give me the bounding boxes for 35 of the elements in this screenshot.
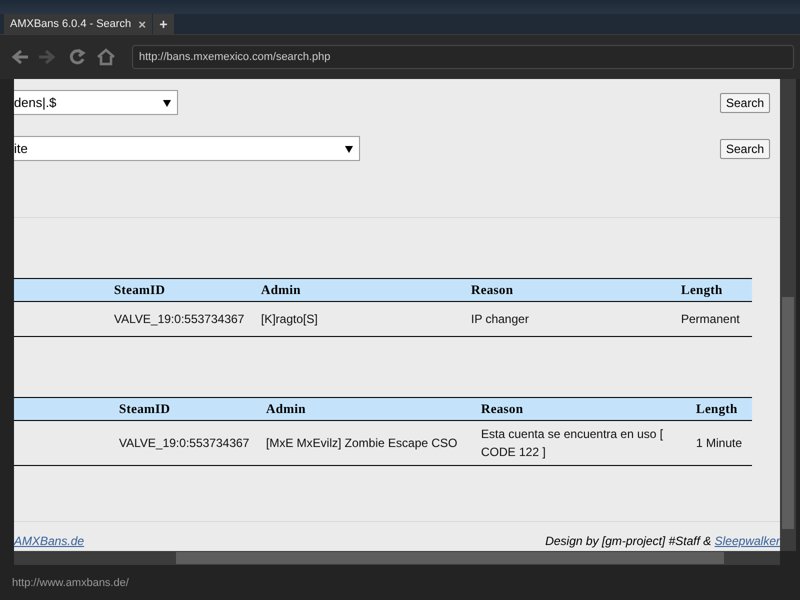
browser-tab[interactable]: AMXBans 6.0.4 - Search × bbox=[4, 14, 152, 34]
table-cell-text: 1 Minute bbox=[696, 435, 744, 452]
column-header: SteamID bbox=[119, 398, 266, 421]
table-cell-text: Esta cuenta se encuentra en uso [ CODE 122 ] bbox=[481, 426, 664, 461]
column-header: SteamID bbox=[114, 279, 261, 302]
address-bar[interactable]: http://bans.mxemexico.com/search.php bbox=[132, 45, 794, 69]
vertical-scrollbar[interactable] bbox=[780, 79, 796, 551]
dropdown-select[interactable]: ite bbox=[14, 136, 360, 161]
design-credit: Design by [gm-project] #Staff & Sleepwalker bbox=[545, 534, 780, 548]
caret-icon bbox=[345, 144, 353, 152]
column-header: Admin bbox=[261, 279, 471, 302]
status-url: http://www.amxbans.de/ bbox=[11, 576, 130, 590]
forward-arrow-icon bbox=[38, 47, 58, 67]
tab-title: AMXBans 6.0.4 - Search bbox=[10, 18, 132, 30]
table-cell-text: VALVE_19:0:553734367 bbox=[114, 311, 246, 328]
search-button[interactable]: Search bbox=[720, 138, 770, 158]
column-header: Reason bbox=[481, 398, 696, 421]
table-cell-text: [MxE MxEvilz] Zombie Escape CSO bbox=[266, 435, 458, 452]
column-header: Length bbox=[696, 398, 752, 421]
search-button[interactable]: Search bbox=[720, 92, 770, 112]
column-header: Admin bbox=[266, 398, 481, 421]
horizontal-scrollbar[interactable] bbox=[14, 551, 780, 565]
home-icon bbox=[96, 47, 116, 67]
credit-link[interactable]: Sleepwalker bbox=[714, 534, 780, 548]
dropdown-select[interactable]: dens|.$ bbox=[14, 90, 178, 115]
column-header: Length bbox=[681, 279, 752, 302]
footer-link[interactable]: AMXBans.de bbox=[14, 534, 84, 548]
table-cell-text: [K]ragto[S] bbox=[261, 311, 319, 328]
tab-close[interactable]: × bbox=[138, 16, 146, 32]
table-cell-text: VALVE_19:0:553734367 bbox=[119, 435, 250, 452]
table-cell-text: IP changer bbox=[471, 311, 530, 328]
caret-icon bbox=[163, 98, 171, 106]
new-tab-button[interactable]: + bbox=[153, 14, 174, 34]
table-cell-text: Permanent bbox=[681, 311, 741, 328]
column-header: Reason bbox=[471, 279, 681, 302]
